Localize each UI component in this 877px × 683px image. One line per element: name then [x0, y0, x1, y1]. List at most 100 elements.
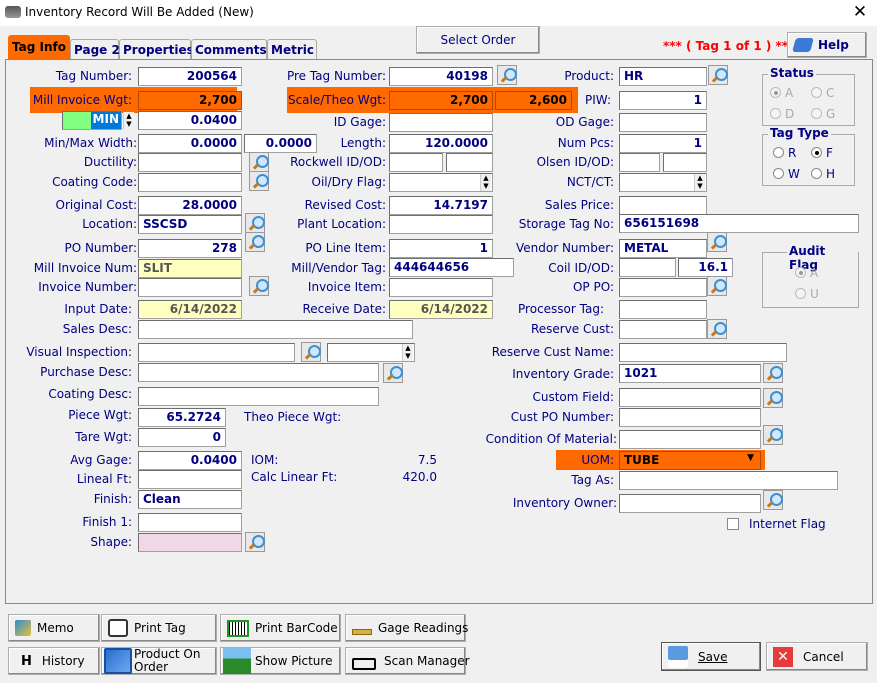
cust-po-number-field[interactable]	[619, 408, 761, 427]
audit-flag-radio-a[interactable]: A	[795, 266, 818, 280]
max-width-field[interactable]: 0.0000	[244, 134, 317, 153]
tag-type-radio-h[interactable]: H	[811, 167, 835, 181]
tag-as-field[interactable]	[619, 471, 838, 490]
status-radio-c[interactable]: C	[811, 86, 834, 100]
tab-page-2[interactable]: Page 2	[70, 39, 120, 60]
lineal-ft-field[interactable]	[138, 470, 242, 489]
uom-dropdown-arrow-icon[interactable]: ▼	[747, 453, 754, 463]
processor-tag-field[interactable]	[619, 300, 707, 319]
piece-wgt-field[interactable]: 65.2724	[138, 408, 226, 427]
tab-comments[interactable]: Comments	[191, 39, 267, 60]
po-number-search-icon[interactable]	[245, 232, 265, 252]
shape-search-icon[interactable]	[245, 532, 265, 552]
min-width-field[interactable]: 0.0000	[138, 134, 242, 153]
tab-metric[interactable]: Metric	[267, 39, 317, 60]
inventory-owner-search-icon[interactable]	[763, 490, 783, 510]
inventory-owner-field[interactable]	[619, 494, 761, 513]
tag-type-radio-r[interactable]: R	[773, 146, 796, 160]
finish-field[interactable]: Clean	[138, 490, 242, 509]
visual-inspection-field[interactable]	[138, 343, 295, 362]
scan-manager-button[interactable]: Scan Manager	[345, 647, 470, 675]
rockwell-id-field[interactable]	[389, 153, 443, 172]
uom-select[interactable]: TUBE ▼	[619, 451, 761, 470]
show-picture-button[interactable]: Show Picture	[220, 647, 341, 675]
rockwell-od-field[interactable]	[446, 153, 493, 172]
product-field[interactable]: HR	[619, 67, 707, 86]
location-search-icon[interactable]	[245, 213, 265, 233]
receive-date-field[interactable]: 6/14/2022	[389, 300, 493, 319]
condition-of-material-field[interactable]	[619, 430, 761, 449]
olsen-id-field[interactable]	[619, 153, 660, 172]
location-field[interactable]: SSCSD	[138, 215, 242, 234]
inventory-grade-search-icon[interactable]	[763, 363, 783, 383]
theo-wgt-field[interactable]: 2,600	[495, 91, 572, 110]
inventory-grade-field[interactable]: 1021	[619, 364, 761, 383]
oil-dry-flag-spinner[interactable]: ▲ ▼	[480, 174, 491, 191]
coil-od-field[interactable]: 16.1	[678, 258, 733, 277]
ductility-field[interactable]	[138, 153, 242, 172]
visual-inspection-spinner[interactable]: ▲ ▼	[402, 344, 413, 361]
id-gage-field[interactable]	[389, 113, 493, 132]
plant-location-field[interactable]	[389, 215, 493, 234]
audit-flag-radio-u[interactable]: U	[795, 287, 819, 301]
invoice-number-search-icon[interactable]	[249, 276, 269, 296]
tab-tag-info[interactable]: Tag Info	[8, 35, 70, 60]
revised-cost-field[interactable]: 14.7197	[389, 196, 493, 215]
mill-invoice-num-field[interactable]: SLIT	[138, 259, 242, 278]
memo-button[interactable]: Memo	[8, 614, 100, 642]
product-on-order-button[interactable]: Product On Order	[101, 647, 217, 675]
pre-tag-number-search-icon[interactable]	[497, 65, 517, 85]
coating-code-search-icon[interactable]	[249, 171, 269, 191]
op-po-search-icon[interactable]	[707, 276, 727, 296]
pre-tag-number-field[interactable]: 40198	[389, 67, 493, 86]
reserve-cust-field[interactable]	[619, 320, 707, 339]
print-barcode-button[interactable]: Print BarCode	[220, 614, 341, 642]
purchase-desc-search-icon[interactable]	[383, 363, 403, 383]
unit-spinner[interactable]: ▲ ▼	[123, 112, 134, 129]
custom-field-search-icon[interactable]	[763, 388, 783, 408]
tare-wgt-field[interactable]: 0	[138, 428, 226, 447]
vendor-number-search-icon[interactable]	[707, 232, 727, 252]
gage-field[interactable]: 0.0400	[138, 111, 242, 130]
visual-inspection-search-icon[interactable]	[301, 342, 321, 362]
mill-vendor-tag-field[interactable]: 444644656	[389, 258, 514, 277]
reserve-cust-name-field[interactable]	[619, 343, 787, 362]
status-radio-d[interactable]: D	[770, 107, 794, 121]
help-button[interactable]: Help	[787, 32, 867, 58]
piw-field[interactable]: 1	[619, 91, 707, 110]
scale-wgt-field[interactable]: 2,700	[389, 91, 493, 110]
gage-readings-button[interactable]: Gage Readings	[345, 614, 468, 642]
ductility-search-icon[interactable]	[249, 152, 269, 172]
vendor-number-field[interactable]: METAL	[619, 239, 707, 258]
custom-field-field[interactable]	[619, 388, 761, 407]
close-icon[interactable]: ✕	[850, 2, 870, 22]
num-pcs-field[interactable]: 1	[619, 134, 707, 153]
olsen-od-field[interactable]	[663, 153, 707, 172]
status-radio-g[interactable]: G	[811, 107, 835, 121]
invoice-number-field[interactable]	[138, 278, 242, 297]
print-tag-button[interactable]: Print Tag	[101, 614, 217, 642]
status-radio-a[interactable]: A	[770, 86, 793, 100]
avg-gage-field[interactable]: 0.0400	[138, 451, 242, 470]
finish1-field[interactable]	[138, 513, 242, 532]
select-order-button[interactable]: Select Order	[416, 26, 540, 54]
po-number-field[interactable]: 278	[138, 239, 242, 258]
input-date-field[interactable]: 6/14/2022	[138, 300, 242, 319]
condition-of-material-search-icon[interactable]	[763, 425, 783, 445]
history-button[interactable]: H History	[8, 647, 100, 675]
od-gage-field[interactable]	[619, 113, 707, 132]
nct-ct-spinner[interactable]: ▲ ▼	[694, 174, 705, 191]
tag-type-radio-f[interactable]: F	[811, 146, 833, 160]
coil-id-field[interactable]	[619, 258, 676, 277]
length-field[interactable]: 120.0000	[389, 134, 493, 153]
cancel-button[interactable]: ✕ Cancel	[766, 642, 868, 671]
invoice-item-field[interactable]	[389, 278, 493, 297]
original-cost-field[interactable]: 28.0000	[138, 196, 242, 215]
po-line-item-field[interactable]: 1	[389, 239, 493, 258]
sales-desc-field[interactable]	[138, 320, 413, 339]
sales-price-field[interactable]	[619, 196, 707, 215]
save-button[interactable]: Save	[661, 642, 761, 671]
shape-field[interactable]	[138, 533, 242, 552]
coating-desc-field[interactable]	[138, 387, 379, 406]
reserve-cust-search-icon[interactable]	[707, 319, 727, 339]
